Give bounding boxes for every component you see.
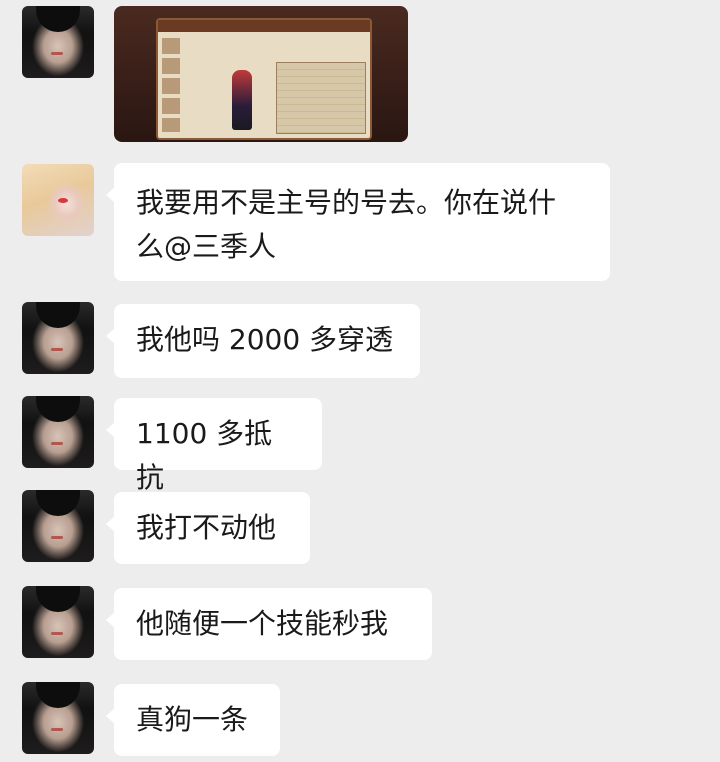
- message-line: 他随便一个技能秒我: [136, 607, 389, 640]
- avatar[interactable]: [22, 490, 94, 562]
- avatar[interactable]: [22, 6, 94, 78]
- message-bubble[interactable]: 真狗一条: [106, 684, 280, 756]
- message-row: 真狗一条: [0, 682, 720, 762]
- message-row: 我打不动他: [0, 490, 720, 570]
- message-row: 我他吗 2000 多穿透: [0, 300, 720, 380]
- message-row: 他随便一个技能秒我: [0, 586, 720, 666]
- avatar[interactable]: [22, 682, 94, 754]
- avatar[interactable]: [22, 586, 94, 658]
- message-bubble[interactable]: 1100 多抵抗: [106, 398, 322, 494]
- message-bubble[interactable]: 我要用不是主号的号去。你在说什 么@三季人: [106, 163, 610, 281]
- message-line: 我打不动他: [136, 511, 277, 544]
- game-stats-table: [276, 62, 366, 134]
- avatar[interactable]: [22, 302, 94, 374]
- message-row: 1100 多抵抗: [0, 396, 720, 494]
- message-bubble[interactable]: 我他吗 2000 多穿透: [106, 304, 420, 378]
- message-bubble[interactable]: 他随便一个技能秒我: [106, 588, 432, 660]
- message-bubble[interactable]: 我打不动他: [106, 492, 310, 564]
- avatar[interactable]: [22, 164, 94, 236]
- message-line: 1100 多抵抗: [136, 417, 273, 494]
- game-panel: [156, 18, 372, 140]
- avatar[interactable]: [22, 396, 94, 468]
- image-message[interactable]: [114, 6, 408, 142]
- message-row: [0, 0, 720, 150]
- message-line: 真狗一条: [136, 703, 249, 736]
- message-line: 么@三季人: [136, 230, 277, 263]
- game-character: [232, 70, 252, 130]
- message-row: 我要用不是主号的号去。你在说什 么@三季人: [0, 160, 720, 282]
- message-line: 我他吗 2000 多穿透: [136, 323, 394, 356]
- message-line: 我要用不是主号的号去。你在说什: [136, 186, 557, 219]
